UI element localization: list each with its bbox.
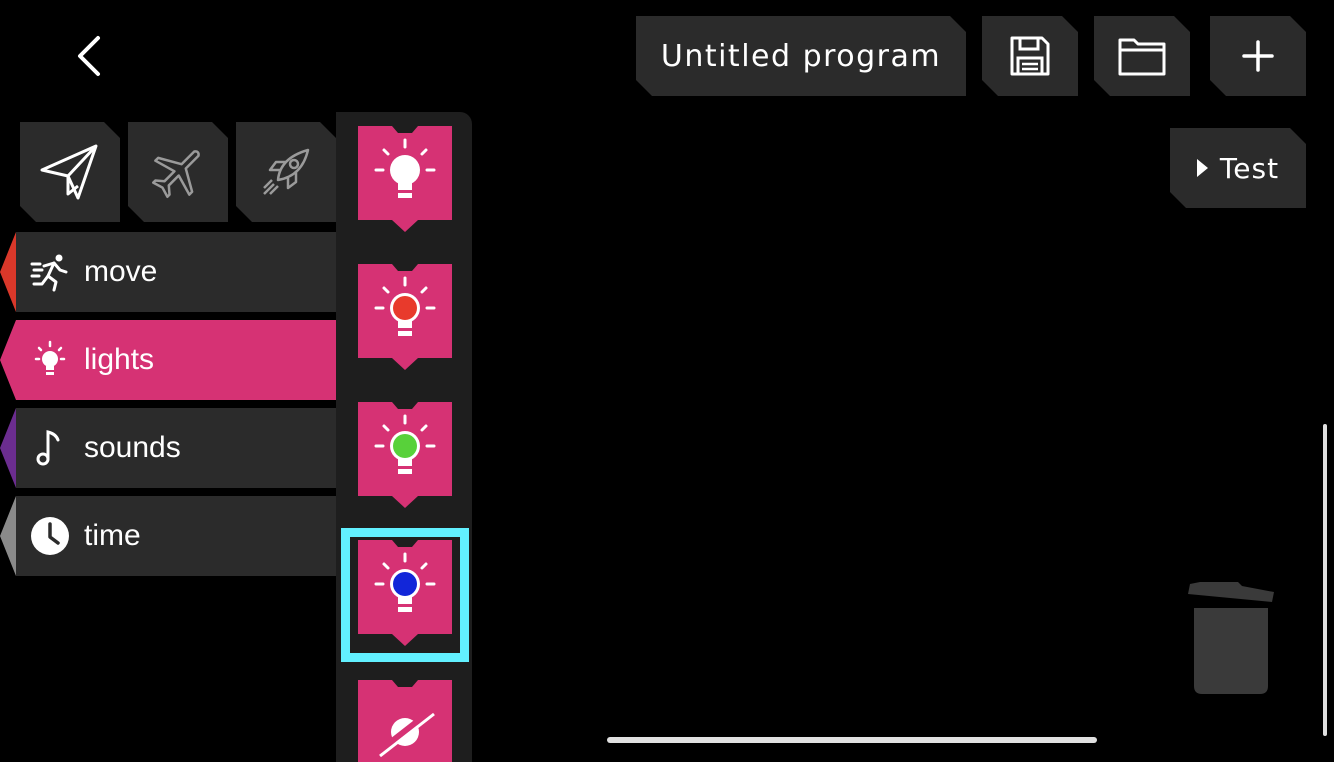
floppy-disk-icon — [1006, 32, 1054, 80]
vehicle-tab-airplane[interactable] — [128, 122, 228, 222]
lightbulb-icon — [30, 340, 70, 380]
clock-icon — [30, 516, 70, 556]
category-lights[interactable]: lights — [0, 320, 336, 400]
chevron-left-icon — [78, 36, 100, 76]
category-move[interactable]: move — [0, 232, 336, 312]
home-indicator[interactable] — [607, 737, 1097, 743]
light-red-block[interactable] — [358, 264, 452, 370]
vehicle-tab-paper-plane[interactable] — [20, 122, 120, 222]
trash-can[interactable] — [1186, 580, 1276, 696]
category-time[interactable]: time — [0, 496, 336, 576]
program-title: Untitled program — [660, 38, 942, 74]
folder-icon — [1116, 32, 1168, 80]
category-label: move — [84, 255, 158, 288]
block-palette[interactable] — [336, 112, 472, 762]
trash-can-icon — [1188, 582, 1274, 694]
lightbulb-icon — [358, 126, 452, 232]
category-label: sounds — [84, 431, 181, 464]
category-label: time — [84, 519, 141, 552]
open-folder-button[interactable] — [1094, 16, 1190, 96]
category-stripe — [0, 408, 16, 488]
category-stripe — [0, 496, 16, 576]
test-label: Test — [1219, 151, 1280, 185]
save-button[interactable] — [982, 16, 1078, 96]
category-sounds[interactable]: sounds — [0, 408, 336, 488]
play-triangle-icon — [1197, 159, 1208, 177]
vehicle-tab-rocket[interactable] — [236, 122, 336, 222]
lightbulb-icon — [358, 264, 452, 370]
category-stripe — [0, 232, 16, 312]
selected-block-highlight — [341, 528, 469, 662]
running-person-icon — [30, 252, 70, 292]
music-note-icon — [30, 428, 70, 468]
back-button[interactable] — [62, 28, 118, 84]
add-program-button[interactable] — [1210, 16, 1306, 96]
plus-icon — [1238, 36, 1278, 76]
test-button[interactable]: Test — [1170, 128, 1306, 208]
light-white-block[interactable] — [358, 126, 452, 232]
category-label: lights — [84, 343, 155, 376]
airplane-icon — [148, 142, 208, 202]
light-green-block[interactable] — [358, 402, 452, 508]
category-stripe — [0, 320, 16, 400]
rocket-icon — [256, 142, 316, 202]
lightbulb-icon — [358, 402, 452, 508]
paper-plane-icon — [38, 140, 102, 204]
vertical-scrollbar[interactable] — [1323, 424, 1327, 736]
program-title-button[interactable]: Untitled program — [636, 16, 966, 96]
